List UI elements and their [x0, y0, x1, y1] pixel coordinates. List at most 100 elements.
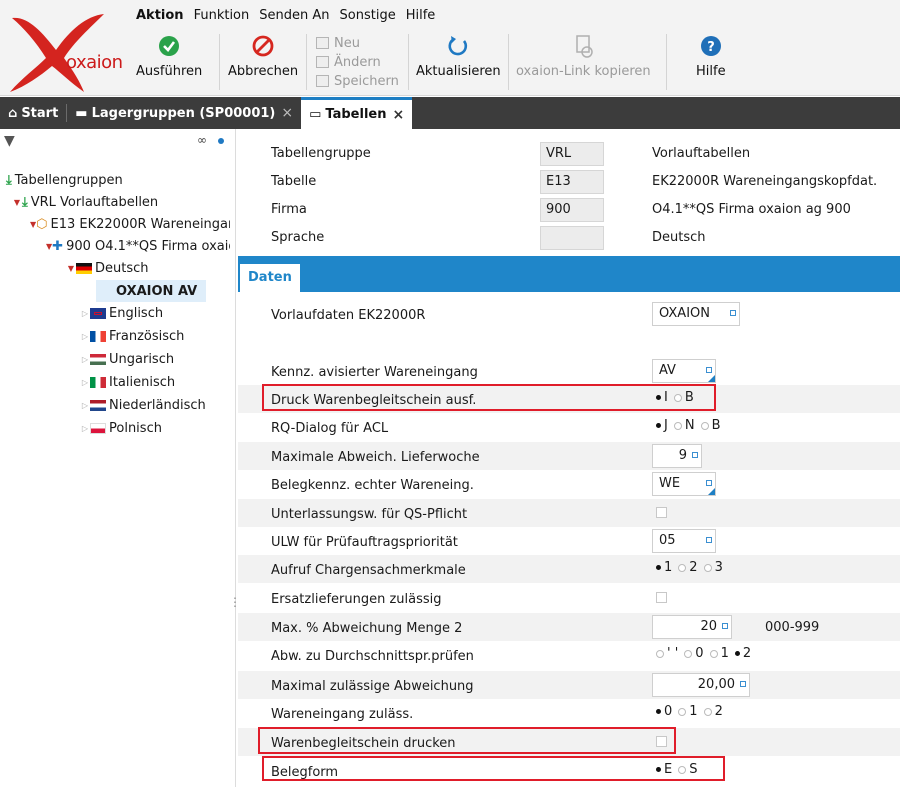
edit-actions: Neu Ändern Speichern [316, 34, 399, 90]
save-button[interactable]: Speichern [316, 72, 399, 90]
toolbar-divider [408, 34, 409, 90]
tree-item-tabellengruppen[interactable]: ⤓ Tabellengruppen [6, 169, 123, 191]
radio-dot-icon [656, 767, 661, 772]
header-row: Tabellengruppe VRL Vorlauftabellen [238, 139, 900, 167]
tree-item-italienisch[interactable]: ▷ Italienisch [80, 371, 175, 393]
home-icon: ⌂ [8, 105, 18, 121]
rq-radio-group: J N B [656, 418, 721, 433]
radio-abw-2[interactable]: 2 [734, 646, 751, 661]
maxabw-input[interactable]: 9 [652, 444, 702, 468]
radio-abw-blank[interactable]: ' ' [656, 646, 678, 661]
radio-abw-0[interactable]: 0 [684, 646, 704, 661]
lookup-icon[interactable] [730, 310, 736, 316]
expand-arrow-icon[interactable]: ▼ [12, 198, 22, 207]
wbdrucken-checkbox[interactable] [656, 736, 667, 747]
lookup-icon[interactable] [706, 367, 712, 373]
radio-abw-1[interactable]: 1 [709, 646, 729, 661]
radio-dot-icon [656, 565, 661, 570]
filter-icon[interactable]: ▼ [4, 133, 15, 149]
refresh-icon [446, 34, 470, 58]
radio-aufruf-1[interactable]: 1 [656, 560, 672, 575]
lookup-icon[interactable] [740, 681, 746, 687]
belegkennz-input[interactable]: WE [652, 472, 716, 496]
tab-tabellen[interactable]: ▭ Tabellen × [301, 97, 413, 129]
radio-rq-n[interactable]: N [673, 418, 695, 433]
radio-druck-i[interactable]: I [656, 390, 668, 405]
collapsed-arrow-icon[interactable]: ▷ [80, 401, 90, 410]
field-row-aufruf: Aufruf Chargensachmerkmale 1 2 3 [238, 555, 900, 583]
run-button[interactable]: Ausführen [136, 34, 202, 90]
range-hint: 000-999 [765, 620, 820, 635]
refresh-button[interactable]: Aktualisieren [416, 34, 501, 90]
tab-start[interactable]: ⌂ Start [0, 97, 66, 129]
collapsed-arrow-icon[interactable]: ▷ [80, 378, 90, 387]
tree-item-polnisch[interactable]: ▷ Polnisch [80, 417, 162, 439]
check-circle-icon [157, 34, 181, 58]
binoculars-icon[interactable]: ∞ [197, 133, 207, 147]
menu-senden-an[interactable]: Senden An [254, 6, 334, 26]
radio-dot-icon [678, 563, 687, 572]
menu-hilfe[interactable]: Hilfe [401, 6, 441, 26]
radio-we-2[interactable]: 2 [703, 704, 723, 719]
tab-daten[interactable]: Daten [240, 264, 300, 292]
collapsed-arrow-icon[interactable]: ▷ [80, 309, 90, 318]
radio-aufruf-2[interactable]: 2 [678, 560, 698, 575]
tree-item-franzoesisch[interactable]: ▷ Französisch [80, 325, 184, 347]
new-button[interactable]: Neu [316, 34, 399, 52]
tab-lagergruppen[interactable]: ▬ Lagergruppen (SP00001) × [67, 97, 301, 129]
language-field [540, 226, 604, 250]
radio-belegform-e[interactable]: E [656, 762, 672, 777]
panel-splitter[interactable]: ⋮ [229, 596, 241, 621]
download-icon: ⤓ [22, 194, 28, 210]
kennz-input[interactable]: AV [652, 359, 716, 383]
radio-rq-b[interactable]: B [700, 418, 721, 433]
puzzle-icon: ✚ [52, 238, 64, 254]
company-field: 900 [540, 198, 604, 222]
lookup-icon[interactable] [722, 623, 728, 629]
french-flag-icon [90, 330, 106, 342]
menu-sonstige[interactable]: Sonstige [335, 6, 401, 26]
tree-item-englisch[interactable]: ▷ Englisch [80, 302, 163, 324]
maxzul-input[interactable]: 20,00 [652, 673, 750, 697]
ulw-input[interactable]: 05 [652, 529, 716, 553]
maxproz-input[interactable]: 20 [652, 615, 732, 639]
tree-item-ungarisch[interactable]: ▷ Ungarisch [80, 348, 174, 370]
tree-item-company[interactable]: ▼ ✚ 900 O4.1**QS Firma oxaion ag 900 [46, 235, 230, 257]
vorlaufdaten-input[interactable]: OXAION [652, 302, 740, 326]
tree-panel: ▼ ∞ ⤓ Tabellengruppen ▼ ⤓ VRL Vorlauftab… [0, 129, 241, 787]
help-button[interactable]: ? Hilfe [696, 34, 726, 90]
tree-item-vrl[interactable]: ▼ ⤓ VRL Vorlauftabellen [12, 191, 158, 213]
close-icon[interactable]: × [281, 105, 293, 121]
field-row-kennz: Kennz. avisierter Wareneingang AV [238, 357, 900, 385]
ersatz-checkbox[interactable] [656, 592, 667, 603]
radio-aufruf-3[interactable]: 3 [703, 560, 723, 575]
belegform-radio-group: E S [656, 762, 697, 777]
tree-item-oxaion-av[interactable]: OXAION AV [96, 280, 206, 302]
radio-belegform-s[interactable]: S [678, 762, 697, 777]
copy-link-button[interactable]: oxaion-Link kopieren [516, 34, 651, 90]
lookup-icon[interactable] [706, 480, 712, 486]
tree-item-e13[interactable]: ▼ ⬡ E13 EK22000R Wareneingangskopfdat. [30, 213, 230, 235]
collapsed-arrow-icon[interactable]: ▷ [80, 355, 90, 364]
menu-funktion[interactable]: Funktion [189, 6, 255, 26]
lookup-icon[interactable] [706, 537, 712, 543]
close-icon[interactable]: × [392, 107, 404, 123]
expand-arrow-icon[interactable]: ▼ [66, 264, 76, 273]
tree-item-niederlaendisch[interactable]: ▷ Niederländisch [80, 394, 206, 416]
radio-we-1[interactable]: 1 [678, 704, 698, 719]
radio-druck-b[interactable]: B [673, 390, 694, 405]
tree-item-deutsch[interactable]: ▼ Deutsch [66, 257, 149, 279]
cancel-button[interactable]: Abbrechen [228, 34, 298, 90]
table-group-field: VRL [540, 142, 604, 166]
unterl-checkbox[interactable] [656, 507, 667, 518]
collapsed-arrow-icon[interactable]: ▷ [80, 424, 90, 433]
dot-icon[interactable] [218, 138, 224, 144]
radio-we-0[interactable]: 0 [656, 704, 672, 719]
menu-aktion[interactable]: Aktion [131, 6, 189, 26]
radio-rq-j[interactable]: J [656, 418, 668, 433]
wareneingang-radio-group: 0 1 2 [656, 704, 723, 719]
table-field: E13 [540, 170, 604, 194]
lookup-icon[interactable] [692, 452, 698, 458]
change-button[interactable]: Ändern [316, 53, 399, 71]
collapsed-arrow-icon[interactable]: ▷ [80, 332, 90, 341]
